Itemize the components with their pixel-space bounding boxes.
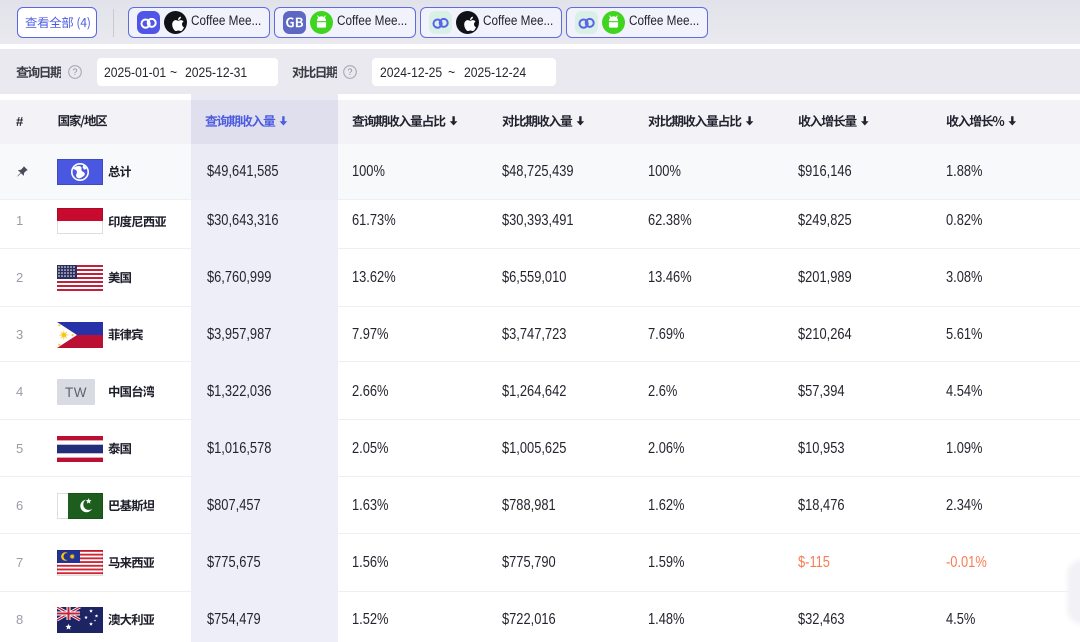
svg-text:TW: TW bbox=[65, 385, 87, 400]
svg-text:?: ? bbox=[347, 67, 352, 77]
svg-text:?: ? bbox=[72, 67, 77, 77]
